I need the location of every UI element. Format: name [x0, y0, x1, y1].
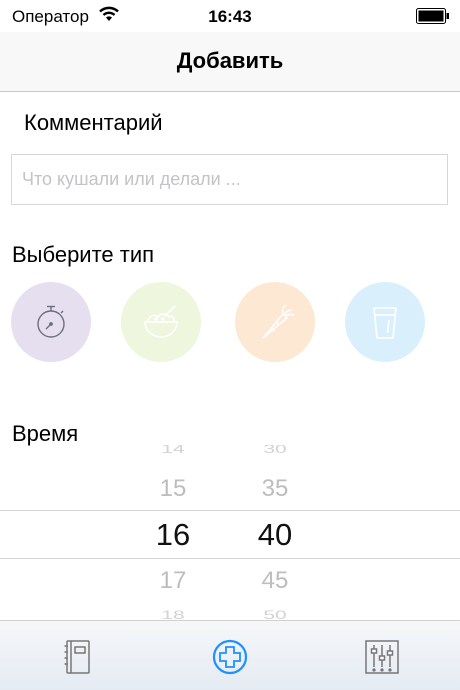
minute-option[interactable]: 50 [235, 610, 315, 620]
type-meal-button[interactable] [121, 282, 201, 362]
hour-option[interactable]: 17 [133, 569, 213, 593]
tab-add[interactable] [208, 635, 252, 679]
hour-option[interactable]: 14 [133, 445, 213, 455]
tab-settings[interactable] [360, 635, 404, 679]
page-title: Добавить [176, 48, 284, 73]
hour-option-selected[interactable]: 16 [133, 519, 213, 550]
comment-input[interactable] [11, 154, 448, 205]
hour-option[interactable]: 18 [133, 610, 213, 620]
time-label: Время [12, 421, 79, 446]
tab-bar [0, 620, 460, 690]
minute-option-selected[interactable]: 40 [235, 519, 315, 550]
time-picker[interactable]: 14 15 16 17 18 30 35 40 45 50 [0, 445, 460, 620]
type-label: Выберите тип [12, 242, 155, 267]
navigation-bar: Добавить [0, 32, 460, 92]
battery-icon [416, 8, 449, 24]
tab-journal[interactable] [56, 635, 100, 679]
carrot-icon [262, 304, 295, 339]
minute-option[interactable]: 45 [235, 569, 315, 593]
status-bar: Оператор 16:43 [0, 0, 460, 32]
status-time: 16:43 [208, 7, 252, 26]
add-circle-icon [212, 639, 248, 675]
settings-sliders-icon [365, 640, 399, 674]
minute-option[interactable]: 35 [235, 477, 315, 501]
comment-label: Комментарий [24, 110, 163, 135]
type-activity-button[interactable] [11, 282, 91, 362]
hour-option[interactable]: 15 [133, 477, 213, 501]
type-vegetable-button[interactable] [235, 282, 315, 362]
picker-selection-bottom-line [0, 558, 460, 559]
stopwatch-icon [37, 305, 65, 338]
minute-option[interactable]: 30 [235, 445, 315, 455]
bowl-icon [144, 305, 178, 338]
notebook-icon [64, 640, 90, 674]
glass-icon [373, 307, 397, 339]
picker-selection-top-line [0, 510, 460, 511]
type-drink-button[interactable] [345, 282, 425, 362]
